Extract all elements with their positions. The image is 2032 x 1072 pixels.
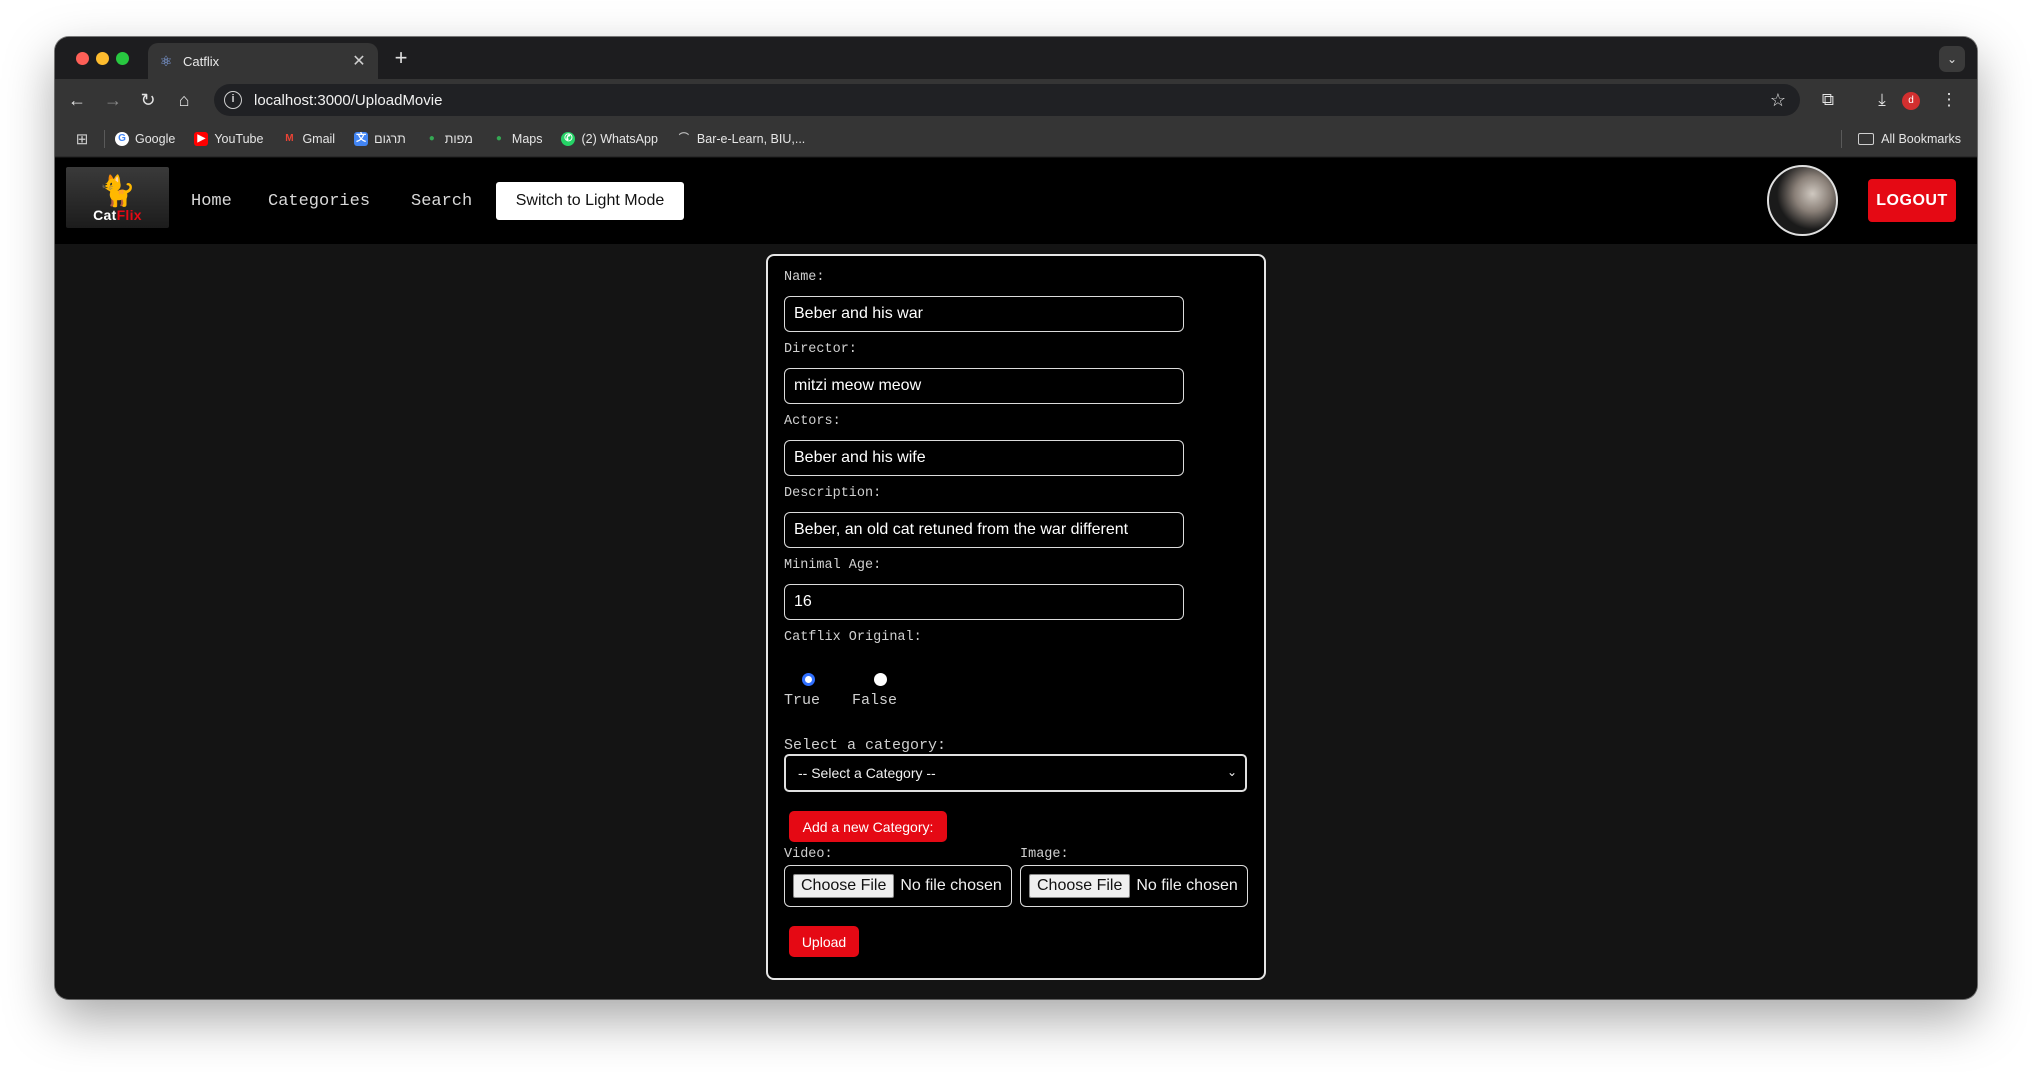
description-label: Description: — [784, 486, 882, 501]
tab-strip: ⚛ Catflix ✕ + ⌄ — [55, 37, 1977, 79]
category-label: Select a category: — [784, 737, 947, 754]
extensions-icon[interactable]: ⧉ — [1814, 86, 1842, 114]
all-bookmarks[interactable]: All Bookmarks — [1841, 121, 1961, 157]
bookmark-star-icon[interactable]: ☆ — [1770, 90, 1786, 111]
category-selected-value: -- Select a Category -- — [798, 765, 936, 781]
name-label: Name: — [784, 270, 825, 285]
bookmark-translate[interactable]: 文 תרגום — [354, 131, 406, 146]
bookmarks-bar: ⊞ G Google ▶ YouTube M Gmail 文 תרגום ● מ… — [55, 121, 1977, 157]
catflix-logo[interactable]: 🐈 CatFlix — [66, 167, 169, 228]
bookmark-maps-hebrew[interactable]: ● מפות — [425, 132, 473, 146]
actors-label: Actors: — [784, 414, 841, 429]
reload-button[interactable]: ↻ — [134, 86, 162, 114]
bookmark-elearn[interactable]: ⌒ Bar-e-Learn, BIU,... — [677, 132, 805, 146]
elearn-icon: ⌒ — [678, 132, 689, 144]
folder-icon — [1858, 133, 1875, 145]
whatsapp-icon: ✆ — [561, 131, 576, 146]
add-category-button[interactable]: Add a new Category: — [789, 811, 947, 842]
profile-avatar[interactable]: d — [1902, 92, 1920, 110]
bookmark-youtube[interactable]: ▶ YouTube — [194, 131, 264, 146]
true-label: True — [784, 692, 821, 709]
theme-toggle-button[interactable]: Switch to Light Mode — [496, 182, 684, 220]
tab-title: Catflix — [183, 53, 220, 69]
video-file-status: No file chosen — [900, 877, 1002, 894]
video-file-input[interactable]: Choose File No file chosen — [784, 865, 1012, 907]
upload-movie-form: Name: Beber and his war Director: mitzi … — [766, 254, 1266, 980]
video-choose-file-button[interactable]: Choose File — [793, 874, 895, 898]
all-bookmarks-label: All Bookmarks — [1881, 132, 1961, 146]
youtube-icon: ▶ — [194, 131, 209, 146]
bookmark-maps[interactable]: ● Maps — [492, 132, 543, 146]
bookmark-label: YouTube — [214, 131, 264, 146]
catflix-original-label: Catflix Original: — [784, 630, 922, 645]
address-bar[interactable]: i localhost:3000/UploadMovie ☆ — [214, 84, 1800, 116]
minimize-window-button[interactable] — [96, 52, 109, 65]
react-icon: ⚛ — [159, 53, 173, 69]
maximize-window-button[interactable] — [116, 52, 129, 65]
bookmark-label: Maps — [511, 131, 543, 146]
forward-button[interactable]: → — [99, 86, 127, 114]
false-label: False — [852, 692, 898, 709]
page-content: 🐈 CatFlix Home Categories Search Switch … — [55, 158, 1977, 999]
nav-home-link[interactable]: Home — [191, 192, 232, 211]
gmail-icon: M — [285, 132, 294, 144]
cat-logo-icon: 🐈 — [98, 175, 137, 208]
site-navbar: 🐈 CatFlix Home Categories Search Switch … — [55, 158, 1977, 244]
logout-button[interactable]: LOGOUT — [1868, 179, 1956, 222]
bookmark-label: תרגום — [374, 131, 406, 146]
more-menu-icon[interactable]: ⋮ — [1935, 86, 1963, 114]
bookmark-label: Gmail — [302, 131, 336, 146]
download-icon[interactable]: ⤓ — [1868, 86, 1896, 114]
minimal-age-label: Minimal Age: — [784, 558, 882, 573]
home-button[interactable]: ⌂ — [170, 86, 198, 114]
apps-grid-icon[interactable]: ⊞ — [73, 130, 91, 148]
maps-icon: ● — [495, 132, 502, 144]
bookmark-gmail[interactable]: M Gmail — [282, 132, 335, 146]
maps-icon: ● — [428, 132, 435, 144]
name-input[interactable]: Beber and his war — [784, 296, 1184, 332]
nav-search-link[interactable]: Search — [411, 192, 472, 211]
new-tab-button[interactable]: + — [388, 45, 414, 71]
image-label: Image: — [1020, 847, 1069, 862]
logo-text: CatFlix — [93, 207, 142, 223]
bookmark-label: מפות — [444, 131, 473, 146]
google-icon: G — [115, 131, 129, 146]
site-info-icon[interactable]: i — [224, 91, 242, 109]
original-false-radio[interactable] — [874, 673, 887, 686]
browser-window: ⚛ Catflix ✕ + ⌄ ← → ↻ ⌂ i localhost:3000… — [55, 37, 1977, 999]
description-input[interactable]: Beber, an old cat retuned from the war d… — [784, 512, 1184, 548]
director-label: Director: — [784, 342, 857, 357]
close-window-button[interactable] — [76, 52, 89, 65]
actors-input[interactable]: Beber and his wife — [784, 440, 1184, 476]
back-button[interactable]: ← — [63, 86, 91, 114]
browser-toolbar: ← → ↻ ⌂ i localhost:3000/UploadMovie ☆ ⧉… — [55, 79, 1977, 121]
url-text[interactable]: localhost:3000/UploadMovie — [254, 92, 1770, 109]
bookmark-whatsapp[interactable]: ✆ (2) WhatsApp — [561, 131, 658, 146]
bookmark-label: Bar-e-Learn, BIU,... — [696, 131, 806, 146]
close-tab-icon[interactable]: ✕ — [350, 51, 368, 71]
bookmarks-divider — [1841, 130, 1843, 148]
original-true-radio[interactable] — [802, 673, 815, 686]
video-label: Video: — [784, 847, 833, 862]
browser-tab[interactable]: ⚛ Catflix ✕ — [148, 43, 378, 79]
user-avatar[interactable] — [1767, 165, 1838, 236]
bookmark-label: Google — [135, 131, 176, 146]
bookmarks-divider — [104, 129, 105, 148]
image-file-input[interactable]: Choose File No file chosen — [1020, 865, 1248, 907]
upload-button[interactable]: Upload — [789, 926, 859, 957]
category-select[interactable]: -- Select a Category -- ⌄ — [784, 754, 1247, 792]
image-file-status: No file chosen — [1136, 877, 1238, 894]
director-input[interactable]: mitzi meow meow — [784, 368, 1184, 404]
image-choose-file-button[interactable]: Choose File — [1029, 874, 1131, 898]
minimal-age-input[interactable]: 16 — [784, 584, 1184, 620]
translate-icon: 文 — [354, 131, 369, 146]
chevron-down-icon: ⌄ — [1226, 765, 1237, 779]
nav-categories-link[interactable]: Categories — [268, 192, 370, 211]
bookmark-google[interactable]: G Google — [115, 131, 176, 146]
tab-search-button[interactable]: ⌄ — [1939, 46, 1965, 72]
bookmark-label: (2) WhatsApp — [581, 131, 658, 146]
